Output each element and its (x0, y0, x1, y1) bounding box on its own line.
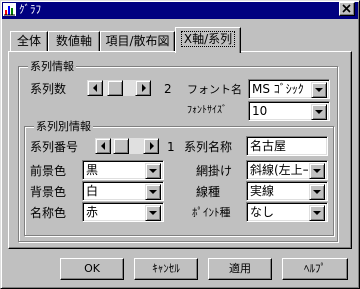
tab-category-scatter[interactable]: 項目/散布図 (100, 31, 175, 51)
scroll-left-button[interactable] (87, 80, 103, 96)
dropdown-button[interactable] (311, 104, 327, 120)
hatch-select[interactable]: 斜線(左上→ (246, 160, 328, 180)
tab-overall[interactable]: 全体 (10, 31, 48, 51)
tab-label: 数値軸 (55, 34, 92, 48)
bg-color-label: 背景色 (30, 185, 67, 199)
dropdown-button[interactable] (309, 163, 325, 179)
series-number-value: 1 (167, 140, 175, 154)
series-count-value: 2 (164, 82, 172, 96)
hatch-value: 斜線(左上→ (250, 163, 308, 177)
tab-label: X軸/系列 (180, 31, 236, 47)
chevron-down-icon (313, 190, 321, 194)
fg-color-select[interactable]: 黒 (82, 160, 164, 180)
dropdown-button[interactable] (145, 205, 161, 221)
dropdown-button[interactable] (309, 184, 325, 200)
line-type-select[interactable]: 実線 (246, 181, 328, 201)
close-button[interactable] (339, 2, 355, 16)
ok-button[interactable]: OK (60, 258, 124, 280)
series-name-input[interactable]: 名古屋 (246, 136, 328, 156)
series-detail-group-title: 系列別情報 (34, 120, 93, 133)
name-color-select[interactable]: 赤 (82, 202, 164, 222)
apply-button[interactable]: 適用 (208, 258, 272, 280)
name-color-value: 赤 (86, 205, 99, 219)
dropdown-button[interactable] (145, 184, 161, 200)
name-color-label: 名称色 (30, 206, 67, 220)
bg-color-select[interactable]: 白 (82, 181, 164, 201)
scroll-thumb[interactable] (107, 80, 123, 96)
font-name-select[interactable]: MS ｺﾞｼｯｸ (248, 79, 330, 99)
scroll-right-button[interactable] (143, 138, 159, 154)
hatch-label: 網掛け (196, 164, 233, 178)
line-type-label: 線種 (196, 185, 221, 199)
series-number-label: 系列番号 (30, 140, 79, 154)
font-name-label: フォント名 (187, 83, 242, 96)
dropdown-button[interactable] (311, 82, 327, 98)
chevron-down-icon (149, 211, 157, 215)
window-title: ｸﾞﾗﾌ (19, 3, 41, 16)
fg-color-value: 黒 (86, 163, 99, 177)
bg-color-value: 白 (86, 184, 99, 198)
chevron-down-icon (313, 211, 321, 215)
point-type-value: なし (250, 205, 275, 219)
arrow-left-icon (93, 84, 97, 92)
fg-color-label: 前景色 (30, 164, 67, 178)
chevron-down-icon (315, 110, 323, 114)
series-name-label: 系列名称 (184, 140, 233, 154)
font-size-value: 10 (252, 104, 268, 118)
close-icon (342, 4, 351, 13)
series-count-label: 系列数 (30, 82, 67, 96)
chart-icon (3, 3, 16, 16)
series-name-value: 名古屋 (250, 139, 287, 153)
tab-label: 全体 (16, 34, 41, 48)
cancel-button[interactable]: ｷｬﾝｾﾙ (134, 258, 198, 280)
tab-x-axis-series[interactable]: X軸/系列 (175, 27, 241, 53)
dropdown-button[interactable] (145, 163, 161, 179)
scroll-right-button[interactable] (135, 80, 151, 96)
arrow-right-icon (142, 84, 146, 92)
chevron-down-icon (149, 190, 157, 194)
chevron-down-icon (149, 169, 157, 173)
font-name-value: MS ｺﾞｼｯｸ (252, 82, 304, 96)
point-type-select[interactable]: なし (246, 202, 328, 222)
scroll-thumb[interactable] (113, 138, 129, 154)
series-number-scrollbar[interactable] (95, 138, 159, 154)
help-button[interactable]: ﾍﾙﾌﾟ (282, 258, 348, 280)
point-type-label: ﾎﾟｲﾝﾄ種 (192, 206, 231, 219)
tab-label: 項目/散布図 (105, 34, 170, 48)
chevron-down-icon (313, 169, 321, 173)
scroll-left-button[interactable] (95, 138, 111, 154)
chevron-down-icon (315, 88, 323, 92)
arrow-left-icon (101, 142, 105, 150)
dropdown-button[interactable] (309, 205, 325, 221)
series-info-group-title: 系列情報 (28, 60, 76, 73)
line-type-value: 実線 (250, 184, 275, 198)
tab-value-axis[interactable]: 数値軸 (48, 31, 100, 51)
font-size-select[interactable]: 10 (248, 101, 330, 121)
arrow-right-icon (150, 142, 154, 150)
font-size-label: ﾌｫﾝﾄｻｲｽﾞ (187, 105, 227, 116)
title-bar[interactable] (0, 0, 360, 19)
series-count-scrollbar[interactable] (87, 80, 151, 96)
